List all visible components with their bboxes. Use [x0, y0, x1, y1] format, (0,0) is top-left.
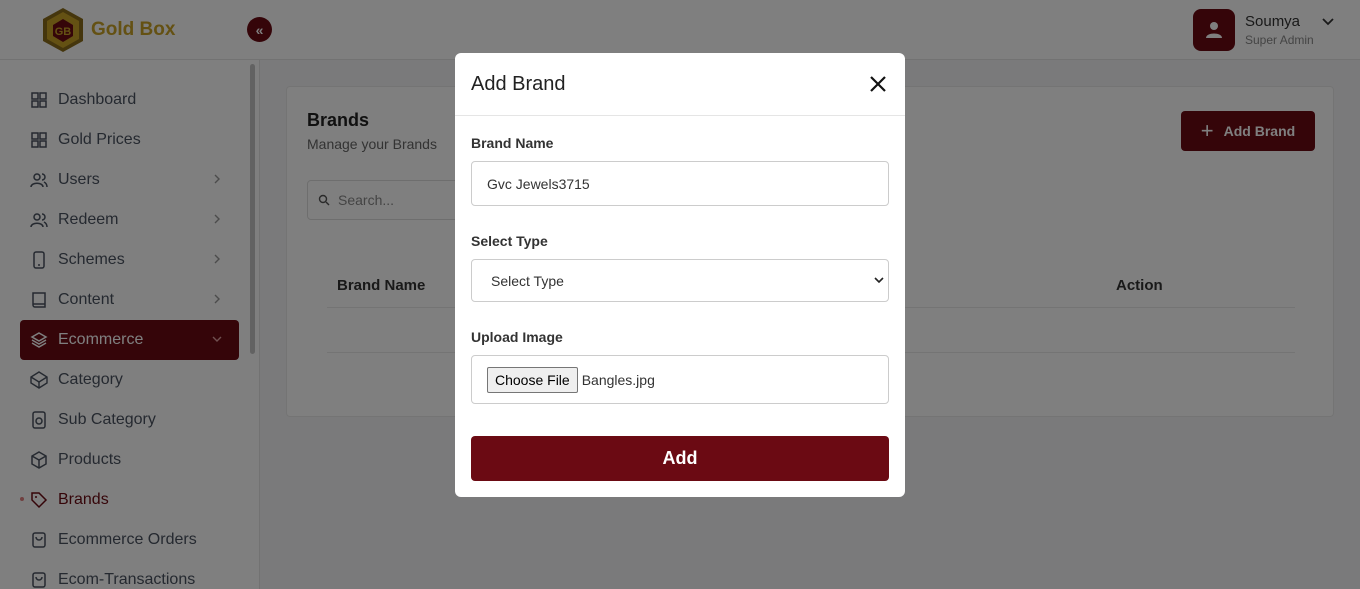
select-type-value: Select Type [491, 272, 564, 289]
brand-name-label: Brand Name [471, 135, 554, 151]
select-type-label: Select Type [471, 233, 548, 249]
close-icon[interactable] [868, 74, 888, 94]
choose-file-button[interactable]: Choose File [487, 366, 578, 393]
chevron-down-icon [874, 277, 884, 284]
modal-divider [455, 115, 905, 116]
select-type-dropdown[interactable]: Select Type [471, 259, 889, 302]
upload-image-label: Upload Image [471, 329, 563, 345]
upload-image-input[interactable]: Choose File Bangles.jpg [471, 355, 889, 404]
brand-name-input[interactable]: Gvc Jewels3715 [471, 161, 889, 206]
file-name: Bangles.jpg [581, 371, 655, 388]
add-button[interactable]: Add [471, 436, 889, 481]
brand-name-value: Gvc Jewels3715 [487, 175, 590, 192]
modal-title: Add Brand [471, 73, 566, 95]
add-brand-modal: Add Brand Brand Name Gvc Jewels3715 Sele… [455, 53, 905, 497]
